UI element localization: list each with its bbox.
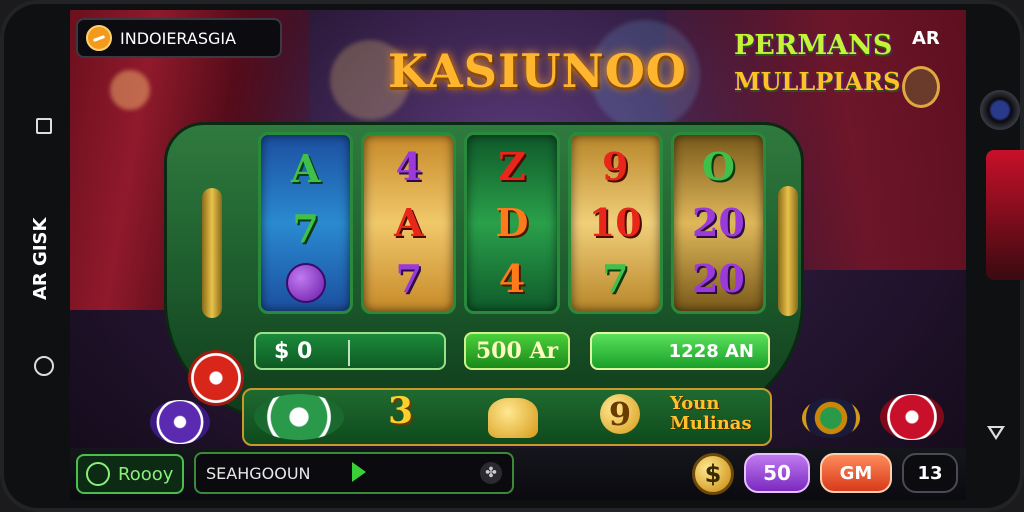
grape-icon <box>285 263 326 303</box>
side-button[interactable] <box>986 150 1024 280</box>
reel-symbol: 10 <box>588 200 642 245</box>
reel-symbol: 4 <box>395 144 423 189</box>
count-13-button[interactable]: 13 <box>902 453 958 493</box>
recent-apps-icon[interactable] <box>36 118 52 134</box>
play-icon[interactable] <box>352 462 366 482</box>
reel-symbol: A <box>290 146 321 191</box>
ready-button[interactable]: Roooy <box>76 454 184 494</box>
home-icon[interactable] <box>34 356 54 376</box>
refresh-icon <box>86 462 110 486</box>
gm-button[interactable]: GM <box>820 453 892 493</box>
bonus-badge-line-2: Mulinas <box>670 413 752 434</box>
bet-50-button[interactable]: 50 <box>744 453 810 493</box>
win-meter[interactable]: 500 Ar <box>464 332 570 370</box>
camera-icon <box>980 90 1020 130</box>
bet-meter[interactable]: $ 0 <box>254 332 446 370</box>
reel-symbol: 7 <box>292 206 319 251</box>
tray-symbol-3: 3 <box>388 390 414 432</box>
promo-line-2: MULLPIARS <box>734 67 901 96</box>
region-badge[interactable]: INDOIERASGIA <box>76 18 282 58</box>
reel-symbol: 9 <box>601 144 629 189</box>
phone-frame: AR GISK INDOIERASGIA KASIUNOO PERMANS MU… <box>0 0 1024 512</box>
promo-line-1: PERMANS <box>734 30 893 61</box>
meter-divider <box>348 340 350 366</box>
lever-right[interactable] <box>778 186 798 316</box>
reel-symbol: 7 <box>601 256 629 301</box>
reel-symbol: O <box>701 144 735 189</box>
side-label: AR GISK <box>30 217 51 300</box>
reel-3: Z D 4 <box>464 132 560 314</box>
reel-symbol: 20 <box>691 256 745 301</box>
back-icon-inner <box>991 428 1001 436</box>
reel-5: O 20 20 <box>670 132 767 314</box>
reel-4: 9 10 7 <box>567 132 663 314</box>
tray-symbol-9: 9 <box>600 394 640 434</box>
credit-meter[interactable]: 1228 AN <box>590 332 770 370</box>
win-value: 500 Ar <box>475 338 559 364</box>
spotlight <box>110 70 150 110</box>
ar-badge[interactable]: AR <box>912 28 940 49</box>
bonus-badge[interactable]: Youn Mulinas <box>670 394 752 434</box>
credit-value: 1228 AN <box>668 340 754 362</box>
reel-symbol: Z <box>498 144 526 189</box>
reel-panel: A 7 4 A 7 Z D 4 9 10 7 O 20 20 <box>258 132 767 314</box>
coin-button[interactable]: $ <box>692 453 734 495</box>
game-screen: INDOIERASGIA KASIUNOO PERMANS MULLPIARS … <box>70 10 966 500</box>
reel-symbol: 4 <box>498 256 526 301</box>
chip-stack-icon <box>150 400 210 444</box>
reel-symbol: 7 <box>395 256 423 301</box>
game-title: KASIUNOO <box>388 44 687 98</box>
chip-stack-icon <box>880 394 944 440</box>
roulette-icon <box>802 398 860 438</box>
lever-left[interactable] <box>202 188 222 318</box>
reel-2: 4 A 7 <box>361 132 457 314</box>
chip-icon <box>254 394 344 440</box>
reel-symbol: 20 <box>691 200 745 245</box>
search-value: SEAHGOOUN <box>206 463 311 483</box>
avatar <box>902 66 940 108</box>
bell-icon <box>488 398 538 438</box>
reel-symbol: D <box>495 200 529 245</box>
chip-stack-icon <box>188 350 244 406</box>
bet-value: $ 0 <box>274 338 313 364</box>
clover-icon[interactable]: ✤ <box>480 462 502 484</box>
region-label: INDOIERASGIA <box>120 28 237 48</box>
reel-symbol: A <box>394 200 424 245</box>
promo-banner[interactable]: PERMANS MULLPIARS <box>734 28 904 114</box>
ready-label: Roooy <box>118 463 174 485</box>
bonus-badge-line-1: Youn <box>670 393 720 414</box>
reel-1: A 7 <box>258 132 354 314</box>
region-coin-icon <box>86 25 112 51</box>
